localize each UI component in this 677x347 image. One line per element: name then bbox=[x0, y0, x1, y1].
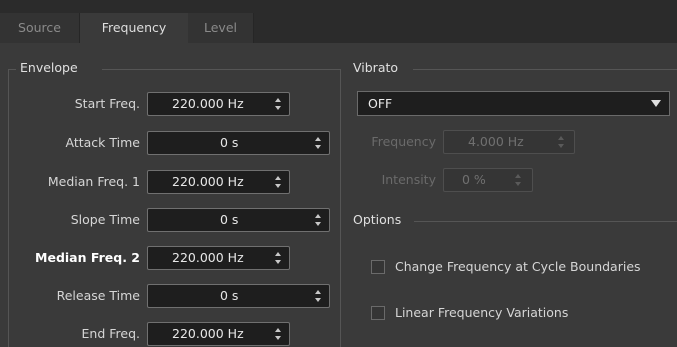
slope-time-stepper[interactable]: 0 s bbox=[147, 208, 330, 232]
attack-time-label: Attack Time bbox=[65, 135, 140, 150]
median-freq-2-label: Median Freq. 2 bbox=[35, 250, 140, 265]
end-freq-label: End Freq. bbox=[81, 326, 140, 341]
spin-arrows-icon[interactable] bbox=[274, 328, 282, 340]
release-time-value: 0 s bbox=[220, 288, 239, 303]
options-frame-top bbox=[414, 221, 677, 222]
median-freq-1-label: Median Freq. 1 bbox=[47, 174, 140, 189]
tab-level[interactable]: Level bbox=[188, 13, 254, 43]
slope-time-label: Slope Time bbox=[70, 212, 140, 227]
vibrato-frequency-stepper[interactable]: 4.000 Hz bbox=[443, 130, 575, 154]
options-group-title: Options bbox=[353, 212, 402, 227]
envelope-frame-top-left bbox=[8, 69, 16, 70]
attack-time-stepper[interactable]: 0 s bbox=[147, 131, 330, 155]
start-freq-label: Start Freq. bbox=[74, 96, 140, 111]
envelope-frame-right bbox=[340, 69, 341, 347]
envelope-group-title: Envelope bbox=[20, 60, 78, 75]
spin-arrows-icon[interactable] bbox=[314, 290, 322, 302]
slope-time-value: 0 s bbox=[220, 212, 239, 227]
attack-time-value: 0 s bbox=[220, 135, 239, 150]
spin-arrows-icon[interactable] bbox=[557, 136, 565, 148]
spin-arrows-icon[interactable] bbox=[274, 252, 282, 264]
end-freq-stepper[interactable]: 220.000 Hz bbox=[147, 322, 290, 346]
linear-frequency-label[interactable]: Linear Frequency Variations bbox=[395, 305, 568, 320]
vibrato-intensity-stepper[interactable]: 0 % bbox=[443, 168, 533, 192]
vibrato-frame-top bbox=[413, 69, 677, 70]
start-freq-stepper[interactable]: 220.000 Hz bbox=[147, 92, 290, 116]
median-freq-1-value: 220.000 Hz bbox=[172, 174, 244, 189]
linear-frequency-checkbox[interactable] bbox=[371, 306, 385, 320]
spin-arrows-icon[interactable] bbox=[314, 214, 322, 226]
vibrato-frequency-label: Frequency bbox=[371, 134, 436, 149]
median-freq-1-stepper[interactable]: 220.000 Hz bbox=[147, 170, 290, 194]
end-freq-value: 220.000 Hz bbox=[172, 326, 244, 341]
spin-arrows-icon[interactable] bbox=[274, 176, 282, 188]
spin-arrows-icon[interactable] bbox=[274, 98, 282, 110]
change-frequency-checkbox[interactable] bbox=[371, 260, 385, 274]
dropdown-arrow-icon[interactable] bbox=[651, 100, 661, 107]
tab-source[interactable]: Source bbox=[0, 13, 80, 43]
vibrato-group-title: Vibrato bbox=[353, 60, 399, 75]
median-freq-2-stepper[interactable]: 220.000 Hz bbox=[147, 246, 290, 270]
release-time-label: Release Time bbox=[56, 288, 140, 303]
vibrato-intensity-label: Intensity bbox=[381, 172, 436, 187]
envelope-frame-top-right bbox=[102, 69, 340, 70]
median-freq-2-value: 220.000 Hz bbox=[172, 250, 244, 265]
vibrato-mode-select[interactable]: OFF bbox=[357, 91, 670, 116]
vibrato-mode-value: OFF bbox=[368, 96, 393, 111]
tab-bar: Source Frequency Level bbox=[0, 0, 677, 43]
vibrato-intensity-value: 0 % bbox=[462, 172, 486, 187]
tab-frequency[interactable]: Frequency bbox=[80, 13, 188, 43]
start-freq-value: 220.000 Hz bbox=[172, 96, 244, 111]
change-frequency-label[interactable]: Change Frequency at Cycle Boundaries bbox=[395, 259, 641, 274]
release-time-stepper[interactable]: 0 s bbox=[147, 284, 330, 308]
spin-arrows-icon[interactable] bbox=[514, 174, 522, 186]
vibrato-frequency-value: 4.000 Hz bbox=[468, 134, 524, 149]
